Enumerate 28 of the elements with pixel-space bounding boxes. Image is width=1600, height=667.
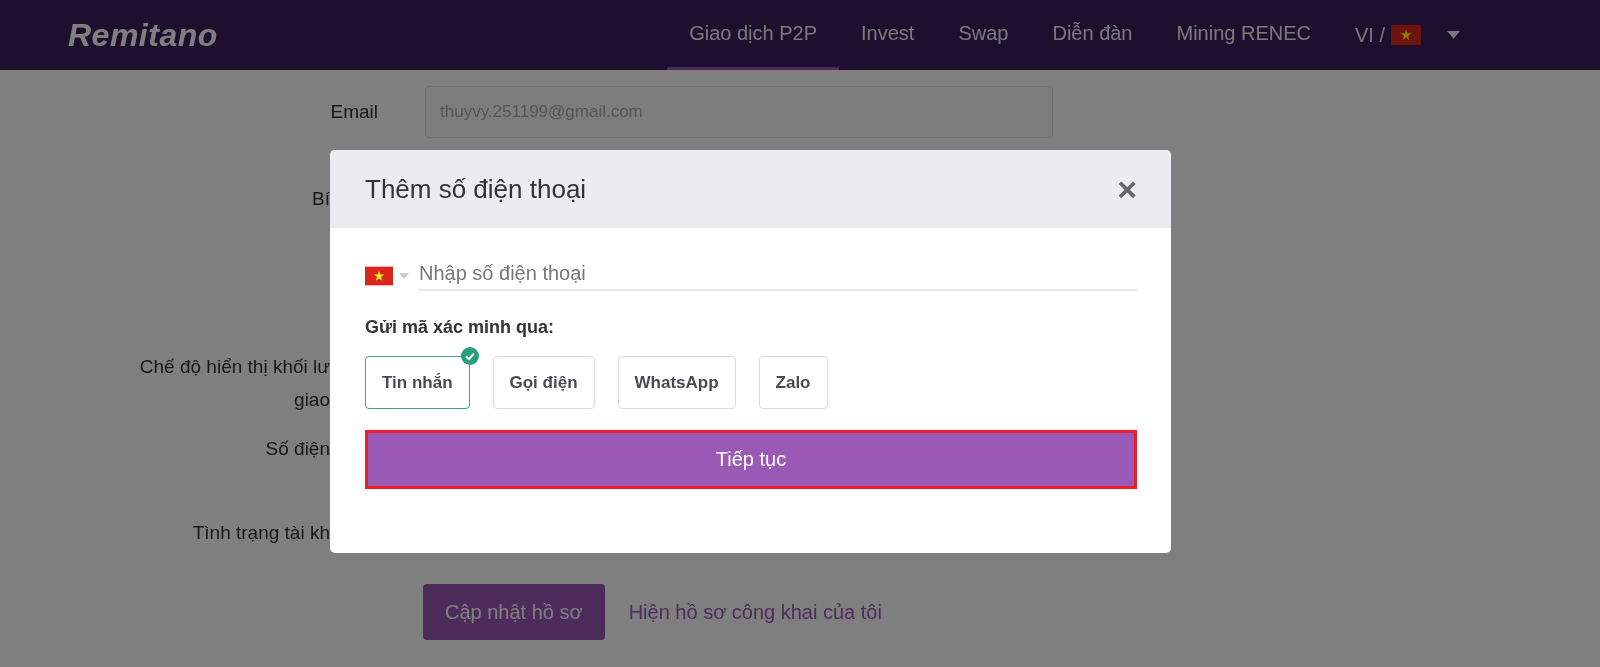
language-label[interactable]: VI / bbox=[1355, 23, 1385, 47]
check-icon bbox=[460, 347, 479, 365]
field-label: Chế độ hiển thị khối lư bbox=[139, 355, 330, 379]
flag-icon bbox=[1391, 25, 1421, 45]
method-option[interactable]: WhatsApp bbox=[617, 356, 736, 409]
field-label: Tình trạng tài kh bbox=[192, 521, 330, 545]
nav-link[interactable]: Giao dịch P2P bbox=[667, 0, 840, 70]
caret-icon bbox=[1447, 31, 1460, 39]
method-option[interactable]: Gọi điện bbox=[492, 356, 595, 409]
close-button[interactable]: × bbox=[1113, 172, 1141, 206]
update-profile-button[interactable]: Cập nhật hồ sơ bbox=[423, 584, 605, 640]
field-label: giao bbox=[294, 388, 330, 412]
dialog-title: Thêm số điện thoại bbox=[365, 173, 587, 205]
caret-icon bbox=[399, 272, 409, 279]
field-label: Bí bbox=[312, 187, 330, 211]
method-option[interactable]: Zalo bbox=[758, 356, 828, 409]
nav-link[interactable]: Invest bbox=[839, 0, 937, 70]
continue-button[interactable]: Tiếp tục bbox=[365, 430, 1137, 489]
nav-link[interactable]: Diễn đàn bbox=[1030, 0, 1155, 70]
field-label: Số điện bbox=[265, 437, 330, 461]
nav-link[interactable]: Mining RENEC bbox=[1154, 0, 1333, 70]
method-label: Gửi mã xác minh qua: bbox=[365, 317, 556, 338]
logo[interactable]: Remitano bbox=[68, 16, 218, 54]
public-profile-link[interactable]: Hiện hồ sơ công khai của tôi bbox=[628, 600, 882, 624]
nav-link[interactable]: Swap bbox=[936, 0, 1031, 70]
flag-icon bbox=[365, 265, 393, 286]
field-label: Email bbox=[329, 101, 378, 123]
method-option[interactable]: Tin nhắn bbox=[365, 356, 470, 409]
